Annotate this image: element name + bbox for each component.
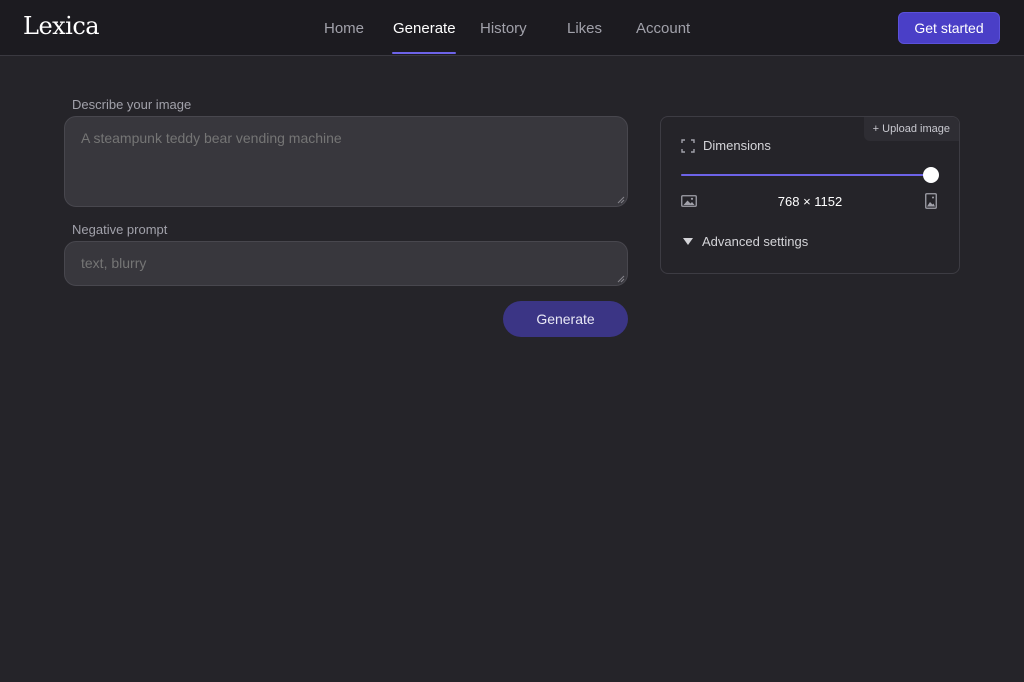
resize-grip-icon[interactable]	[617, 196, 625, 204]
settings-panel: + Upload image Dimensions 768 × 1152 Adv…	[660, 116, 960, 274]
prompt-label: Describe your image	[72, 97, 192, 112]
nav-history[interactable]: History	[480, 20, 527, 37]
nav-account[interactable]: Account	[636, 20, 690, 37]
dimensions-label: Dimensions	[703, 138, 771, 153]
slider-thumb[interactable]	[923, 167, 939, 183]
active-tab-indicator	[392, 52, 456, 54]
prompt-input[interactable]	[64, 116, 628, 207]
resize-grip-icon[interactable]	[617, 275, 625, 283]
dimensions-value: 768 × 1152	[777, 194, 843, 209]
nav-generate[interactable]: Generate	[393, 20, 456, 37]
negative-prompt-input[interactable]	[64, 241, 628, 286]
dimensions-slider[interactable]	[681, 167, 939, 183]
upload-image-button[interactable]: + Upload image	[863, 117, 959, 141]
get-started-button[interactable]: Get started	[898, 12, 1000, 44]
generate-button[interactable]: Generate	[503, 301, 628, 337]
advanced-settings-label: Advanced settings	[702, 234, 809, 249]
caret-down-icon	[683, 238, 693, 245]
nav-likes[interactable]: Likes	[567, 20, 602, 37]
slider-fill	[681, 174, 931, 176]
top-navigation-bar: Lexica Home Generate History Likes Accou…	[0, 0, 1024, 56]
lexica-logo[interactable]: Lexica	[23, 12, 100, 40]
negative-prompt-label: Negative prompt	[72, 222, 168, 237]
expand-icon	[681, 139, 695, 153]
portrait-icon[interactable]	[925, 193, 937, 209]
nav-home[interactable]: Home	[324, 20, 364, 37]
